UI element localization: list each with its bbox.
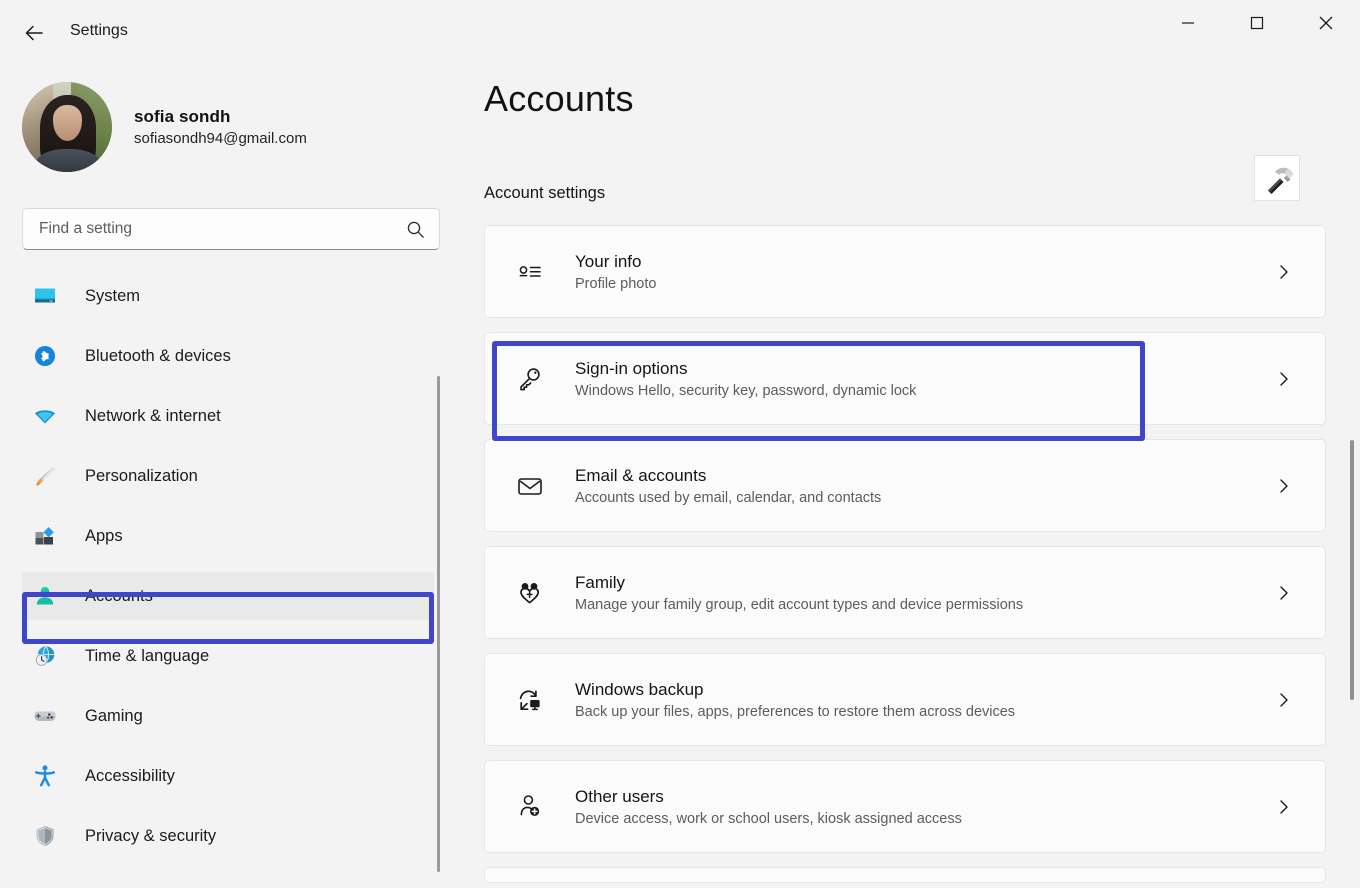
card-subtitle: Back up your files, apps, preferences to… [575,704,1275,720]
chevron-right-icon[interactable] [1275,691,1293,709]
card-subtitle: Profile photo [575,276,1275,292]
close-button[interactable] [1291,0,1360,45]
chevron-right-icon[interactable] [1275,584,1293,602]
sidebar-item-label: Time & language [85,647,209,666]
sidebar-item-label: Accounts [85,587,153,606]
sidebar-item-label: Personalization [85,467,198,486]
profile-name: sofia sondh [134,107,307,127]
card-title: Sign-in options [575,359,687,378]
card-title: Windows backup [575,680,704,699]
envelope-icon [513,472,547,500]
title-bar: Settings [0,0,1360,66]
contact-card-icon [513,258,547,286]
sidebar-item-label: Accessibility [85,767,175,786]
shield-icon [30,824,60,848]
clock-globe-icon [30,644,60,668]
minimize-icon [1181,16,1195,30]
main-content: Accounts Account settings [466,66,1360,888]
settings-card-list: Your info Profile photo Sign-in options [484,225,1360,883]
sidebar-item-accessibility[interactable]: Accessibility [22,752,434,800]
window-controls [1153,0,1360,45]
sidebar-item-time-language[interactable]: Time & language [22,632,434,680]
card-windows-backup[interactable]: Windows backup Back up your files, apps,… [484,653,1326,746]
monitor-icon [30,284,60,308]
back-button[interactable] [12,11,56,55]
sidebar-item-accounts[interactable]: Accounts [22,572,434,620]
app-title: Settings [70,22,128,40]
close-icon [1318,15,1334,31]
sidebar-item-label: Apps [85,527,123,546]
back-arrow-icon [23,22,45,44]
profile-block[interactable]: sofia sondh sofiasondh94@gmail.com [22,82,466,172]
chevron-right-icon[interactable] [1275,477,1293,495]
sidebar-item-system[interactable]: System [22,272,434,320]
main-scrollbar[interactable] [1350,440,1354,700]
sidebar-item-label: Network & internet [85,407,221,426]
card-sign-in-options[interactable]: Sign-in options Windows Hello, security … [484,332,1326,425]
sidebar-scrollbar[interactable] [437,376,440,872]
card-subtitle: Accounts used by email, calendar, and co… [575,490,1275,506]
page-title: Accounts [484,78,1360,120]
sidebar-item-privacy-security[interactable]: Privacy & security [22,812,434,852]
maximize-icon [1250,16,1264,30]
sidebar-item-label: Bluetooth & devices [85,347,231,366]
sidebar-item-personalization[interactable]: Personalization [22,452,434,500]
avatar [22,82,112,172]
chevron-right-icon[interactable] [1275,263,1293,281]
paintbrush-icon [30,464,60,488]
sidebar-item-gaming[interactable]: Gaming [22,692,434,740]
maximize-button[interactable] [1222,0,1291,45]
card-email-accounts[interactable]: Email & accounts Accounts used by email,… [484,439,1326,532]
hammer-icon [1254,155,1300,201]
profile-email: sofiasondh94@gmail.com [134,130,307,147]
card-your-info[interactable]: Your info Profile photo [484,225,1326,318]
wifi-icon [30,404,60,428]
card-partial-next[interactable] [484,867,1326,883]
chevron-right-icon[interactable] [1275,370,1293,388]
card-subtitle: Device access, work or school users, kio… [575,811,1275,827]
chevron-right-icon[interactable] [1275,798,1293,816]
sidebar: sofia sondh sofiasondh94@gmail.com [0,66,466,888]
card-title: Family [575,573,625,592]
app-shell: sofia sondh sofiasondh94@gmail.com [0,66,1360,888]
sidebar-nav: System Bluetooth & devices [0,272,466,852]
card-subtitle: Manage your family group, edit account t… [575,597,1275,613]
card-title: Your info [575,252,641,271]
section-title: Account settings [484,184,1360,203]
sidebar-item-label: Gaming [85,707,143,726]
apps-icon [30,524,60,548]
gamepad-icon [30,704,60,728]
sidebar-item-label: Privacy & security [85,827,216,846]
card-other-users[interactable]: Other users Device access, work or schoo… [484,760,1326,853]
search-box[interactable] [22,208,440,250]
minimize-button[interactable] [1153,0,1222,45]
sidebar-item-bluetooth-devices[interactable]: Bluetooth & devices [22,332,434,380]
add-user-icon [513,793,547,821]
backup-icon [513,686,547,714]
person-icon [30,584,60,608]
card-title: Email & accounts [575,466,706,485]
family-heart-icon [513,579,547,607]
card-title: Other users [575,787,664,806]
bluetooth-icon [30,344,60,368]
sidebar-item-label: System [85,287,140,306]
sidebar-item-apps[interactable]: Apps [22,512,434,560]
accessibility-icon [30,764,60,788]
card-family[interactable]: Family Manage your family group, edit ac… [484,546,1326,639]
sidebar-item-network-internet[interactable]: Network & internet [22,392,434,440]
key-icon [513,365,547,393]
search-input[interactable] [39,220,406,238]
card-subtitle: Windows Hello, security key, password, d… [575,383,1275,399]
search-icon[interactable] [406,220,425,239]
